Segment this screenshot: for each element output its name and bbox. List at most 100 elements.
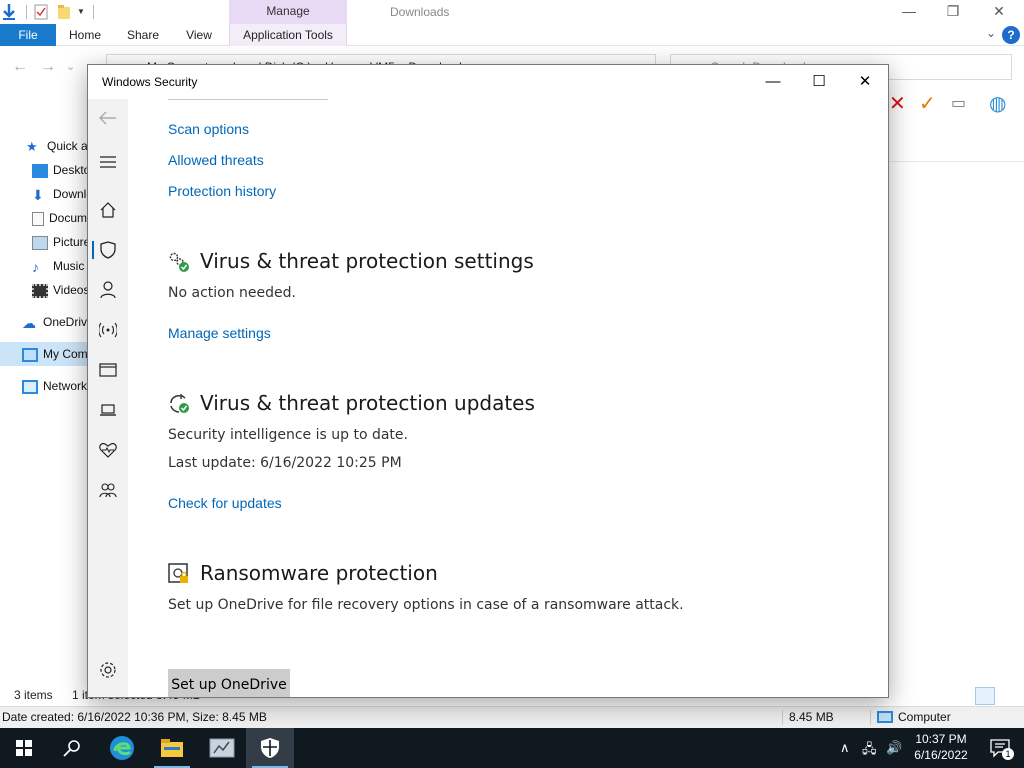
nav-item-quick-access[interactable]: ★Quick access [0,134,100,158]
help-icon[interactable]: ? [1002,26,1020,44]
nav-virus-threat-protection[interactable] [88,235,128,265]
computer-icon [22,347,38,362]
menu-button[interactable] [88,147,128,177]
quick-access-customize-arrow-icon[interactable]: ▼ [77,3,87,21]
hamburger-menu-icon [100,156,116,168]
nav-item-downloads[interactable]: ⬇Downloads [0,182,100,206]
settings-section-title: Virus & threat protection settings [200,249,534,273]
tab-application-tools[interactable]: Application Tools [229,24,347,46]
shell-icon[interactable]: ◍ [989,92,1006,116]
nav-item-pictures[interactable]: Pictures [0,230,100,254]
recent-locations-chevron-icon[interactable]: ⌄ [66,60,75,73]
rename-field-icon[interactable]: ▭ [951,92,966,116]
nav-item-my-computer[interactable]: My Computer [0,342,100,366]
manage-settings-link[interactable]: Manage settings [168,325,271,341]
explorer-details-bar: Date created: 6/16/2022 10:36 PM, Size: … [0,706,1024,728]
nav-device-performance-health[interactable] [88,435,128,465]
allowed-threats-link[interactable]: Allowed threats [168,152,264,168]
nav-item-music[interactable]: ♪ Music [0,254,100,278]
taskbar: ∧ 🖧 🔊 10:37 PM 6/16/2022 1 [0,728,1024,768]
explorer-navigation-pane: ★Quick access Desktop ⬇Downloads Documen… [0,130,100,690]
show-hidden-icons-chevron-icon[interactable]: ∧ [840,740,850,756]
notification-count-badge: 1 [1002,748,1014,760]
clock[interactable]: 10:37 PM 6/16/2022 [904,731,978,763]
taskbar-edge[interactable] [98,728,146,768]
tab-home[interactable]: Home [62,24,108,46]
quick-access-new-folder-icon[interactable] [57,3,71,21]
pictures-icon [32,235,48,250]
explorer-window-title: Downloads [390,5,450,19]
volume-icon[interactable]: 🔊 [886,740,902,756]
heart-health-icon [99,442,117,458]
delete-x-icon[interactable]: ✕ [889,92,906,116]
nav-item-network[interactable]: Network [0,374,100,398]
nav-settings[interactable] [88,655,128,685]
system-tray: ∧ 🖧 🔊 10:37 PM 6/16/2022 1 [824,728,1024,768]
forward-arrow-icon[interactable]: → [40,58,56,76]
nav-item-label: Network [43,379,88,393]
home-icon [100,202,116,218]
taskbar-server-manager[interactable] [198,728,246,768]
nav-family-options[interactable] [88,475,128,505]
network-tray-icon[interactable]: 🖧 [862,740,877,762]
tab-share[interactable]: Share [120,24,166,46]
nav-item-documents[interactable]: Documents [0,206,100,230]
desktop-icon [32,163,48,178]
back-button[interactable] [88,103,128,133]
edge-icon [110,736,134,760]
nav-item-label: Videos [53,283,90,297]
explorer-maximize-button[interactable]: ❐ [930,0,976,24]
ransomware-folder-lock-icon [168,563,188,583]
document-icon [32,211,44,226]
shield-icon [100,241,116,259]
music-icon: ♪ [32,258,39,275]
wireless-icon [99,322,117,338]
large-icons-view-icon[interactable] [1000,687,1020,705]
checkmark-icon[interactable]: ✓ [919,92,936,116]
ransomware-description: Set up OneDrive for file recovery option… [168,597,684,613]
scan-options-link[interactable]: Scan options [168,121,249,137]
nav-item-videos[interactable]: Videos [0,278,100,302]
explorer-titlebar: ▼ Manage Downloads — ❐ ✕ [0,0,1024,24]
taskbar-windows-security[interactable] [246,728,294,768]
item-count: 3 items [14,688,53,702]
tab-view[interactable]: View [178,24,220,46]
taskbar-file-explorer[interactable] [148,728,196,768]
nav-item-desktop[interactable]: Desktop [0,158,100,182]
search-icon [63,740,80,757]
computer-icon [877,711,893,723]
protection-history-link[interactable]: Protection history [168,183,276,199]
settings-gear-icon [100,662,116,678]
nav-device-security[interactable] [88,395,128,425]
start-button[interactable] [0,728,48,768]
security-close-button[interactable]: ✕ [842,65,888,99]
explorer-extra-toolbar: ✕ ✓ ▭ ◍ [885,90,1024,120]
back-arrow-icon[interactable]: ← [12,58,28,76]
settings-status-text: No action needed. [168,285,296,301]
explorer-ribbon-tabs: File Home Share View Application Tools ⌄… [0,24,1024,46]
ribbon-expand-chevron-icon[interactable]: ⌄ [986,26,996,40]
nav-app-browser-control[interactable] [88,355,128,385]
details-view-icon[interactable] [974,686,995,705]
manage-contextual-tab[interactable]: Manage [229,0,347,24]
laptop-icon [100,404,116,416]
nav-item-onedrive[interactable]: ☁ OneDrive [0,310,100,334]
nav-firewall-network[interactable] [88,315,128,345]
quick-access-properties-icon[interactable] [34,3,48,21]
quick-access-download-icon[interactable] [2,3,16,21]
nav-home[interactable] [88,195,128,225]
explorer-content-header [888,128,1024,162]
action-center-button[interactable]: 1 [990,738,1014,760]
clock-date: 6/16/2022 [914,748,968,762]
check-for-updates-link[interactable]: Check for updates [168,495,282,511]
family-icon [99,483,117,498]
tab-file[interactable]: File [0,24,56,46]
security-maximize-button[interactable]: ☐ [796,65,842,99]
top-divider [168,99,328,100]
explorer-minimize-button[interactable]: — [886,0,932,24]
explorer-close-button[interactable]: ✕ [976,0,1022,24]
taskbar-search-button[interactable] [48,728,96,768]
nav-account-protection[interactable] [88,275,128,305]
security-minimize-button[interactable]: — [750,65,796,99]
set-up-onedrive-button[interactable]: Set up OneDrive [168,669,290,697]
